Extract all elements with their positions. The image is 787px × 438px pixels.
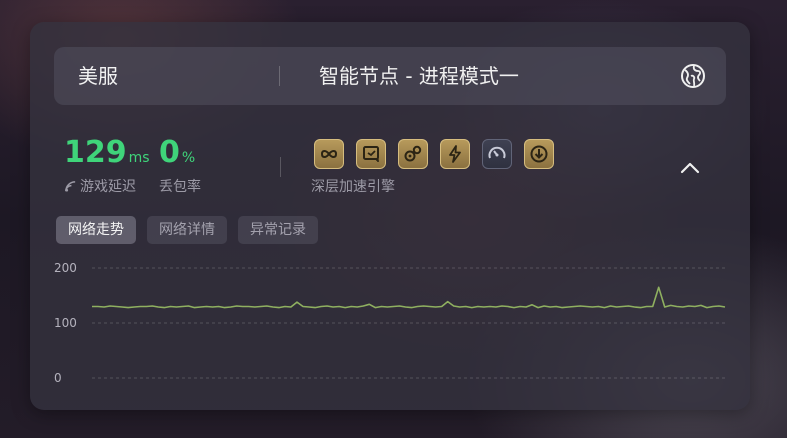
tab-anomaly-log[interactable]: 异常记录 (238, 216, 318, 244)
network-panel: 美服 智能节点 - 进程模式一 129 ms 游戏延迟 0% 丢包率 深层加速引… (30, 22, 750, 410)
loss-label: 丢包率 (159, 179, 201, 195)
node-name[interactable]: 智能节点 - 进程模式一 (319, 47, 519, 105)
chevron-up-icon[interactable] (678, 156, 702, 180)
engine-icons (314, 139, 566, 169)
download-icon[interactable] (524, 139, 554, 169)
gears-icon[interactable] (398, 139, 428, 169)
tab-network-details[interactable]: 网络详情 (147, 216, 227, 244)
loss-stat: 0% 丢包率 (159, 136, 201, 196)
link-icon[interactable] (314, 139, 344, 169)
node-header[interactable]: 美服 智能节点 - 进程模式一 (54, 47, 726, 105)
y-tick-label: 200 (54, 261, 77, 275)
latency-series-line (92, 286, 726, 309)
globe-icon[interactable] (680, 63, 706, 89)
y-tick-label: 0 (54, 371, 62, 385)
chart-tabs: 网络走势 网络详情 异常记录 (56, 216, 329, 244)
loss-unit: % (181, 150, 196, 166)
lightning-icon[interactable] (440, 139, 470, 169)
ping-label: 游戏延迟 (80, 179, 136, 195)
latency-chart: 200 100 0 (54, 261, 726, 385)
tab-network-trend[interactable]: 网络走势 (56, 216, 136, 244)
y-tick-label: 100 (54, 316, 77, 330)
ping-value: 129 (64, 135, 127, 170)
loss-value: 0 (159, 135, 180, 170)
screen-icon[interactable] (356, 139, 386, 169)
speedometer-icon[interactable] (482, 139, 512, 169)
stats-divider (280, 157, 281, 177)
ping-stat: 129 ms 游戏延迟 (64, 136, 150, 196)
ping-unit: ms (128, 150, 150, 166)
header-divider (279, 66, 280, 86)
region-label[interactable]: 美服 (78, 47, 118, 105)
engine-label: 深层加速引擎 (311, 179, 395, 195)
signal-icon (65, 180, 76, 192)
